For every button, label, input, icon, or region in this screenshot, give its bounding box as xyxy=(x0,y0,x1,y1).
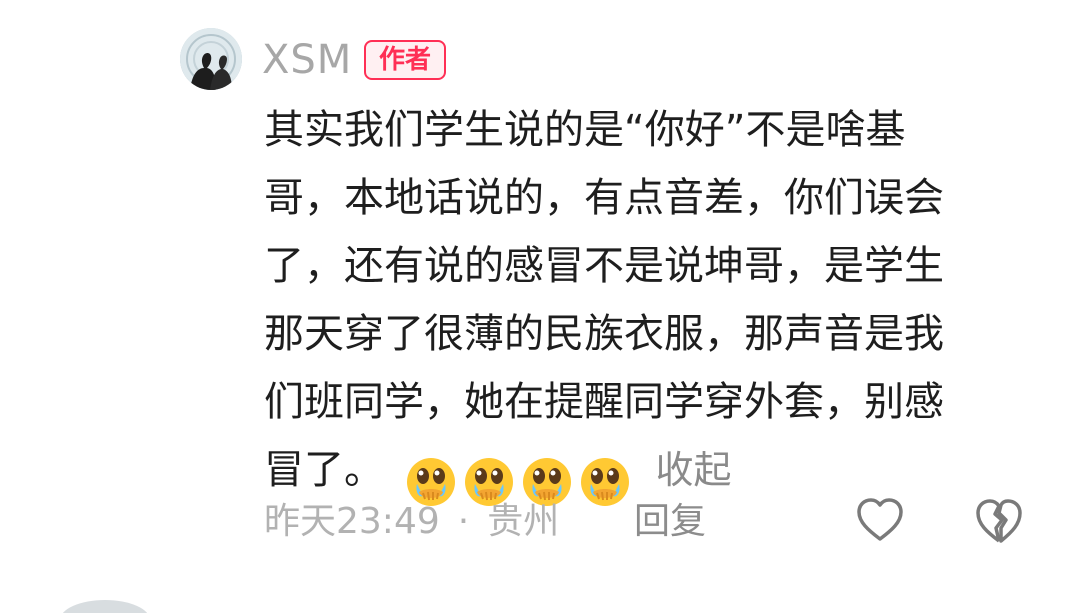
comment-line: 那天穿了很薄的民族衣服，那声音是我 xyxy=(264,311,944,357)
comment-location: 贵州 xyxy=(487,501,560,542)
meta-separator: · xyxy=(457,501,470,542)
comment-line: 哥，本地话说的，有点音差，你们误会 xyxy=(264,175,944,221)
heart-outline-icon[interactable] xyxy=(854,494,906,546)
author-avatar[interactable] xyxy=(180,28,242,90)
comment-body: 其实我们学生说的是“你好”不是啥基 哥，本地话说的，有点音差，你们误会 了，还有… xyxy=(264,96,1044,514)
author-name[interactable]: XSM xyxy=(262,34,352,86)
comment-line: 了，还有说的感冒不是说坤哥，是学生 xyxy=(264,243,944,289)
crying-face-emoji xyxy=(580,458,629,506)
comment-meta: 昨天23:49 · 贵州 xyxy=(264,496,559,548)
avatar-image xyxy=(180,28,242,90)
comment-line: 其实我们学生说的是“你好”不是啥基 xyxy=(264,107,906,153)
comment-line: 们班同学，她在提醒同学穿外套，别感 xyxy=(264,379,944,425)
broken-heart-icon[interactable] xyxy=(972,494,1026,548)
next-comment-avatar[interactable] xyxy=(60,600,150,613)
collapse-link[interactable]: 收起 xyxy=(655,448,731,492)
author-badge: 作者 xyxy=(364,40,446,80)
comment-line: 冒了。 xyxy=(264,447,384,493)
comment-page: XSM 作者 其实我们学生说的是“你好”不是啥基 哥，本地话说的，有点音差，你们… xyxy=(0,0,1079,613)
reply-button[interactable]: 回复 xyxy=(634,496,706,548)
comment-time: 昨天23:49 xyxy=(264,501,440,542)
